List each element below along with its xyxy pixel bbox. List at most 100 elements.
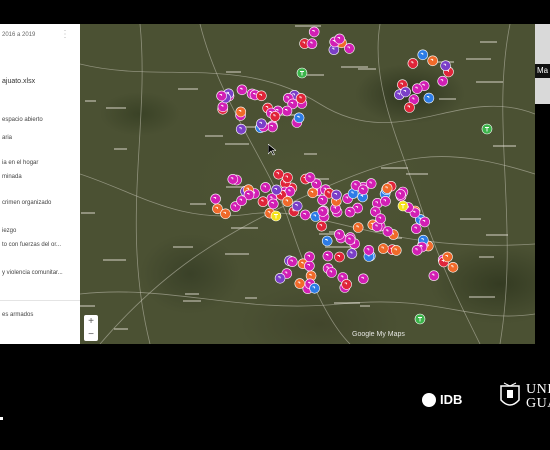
university-name-line1: UNI <box>526 382 550 397</box>
incident-marker-icon[interactable] <box>271 184 282 196</box>
university-name-line2: GUA <box>526 396 550 411</box>
incident-marker-icon[interactable] <box>287 256 298 267</box>
incident-marker-icon[interactable] <box>282 172 293 183</box>
incident-marker-icon[interactable] <box>282 196 293 207</box>
incident-marker-icon[interactable] <box>210 193 221 205</box>
layer-item[interactable]: ia en el hogar <box>2 160 38 166</box>
incident-marker-icon[interactable] <box>352 222 364 233</box>
incident-marker-icon[interactable] <box>291 200 303 212</box>
incident-marker-icon[interactable] <box>256 90 267 102</box>
incident-marker-icon[interactable] <box>395 189 406 200</box>
incident-marker-icon[interactable] <box>326 267 337 278</box>
incident-marker-icon[interactable] <box>236 84 248 96</box>
layer-item[interactable]: es armados <box>2 312 33 318</box>
incident-marker-icon[interactable] <box>334 33 345 45</box>
incident-marker-icon[interactable] <box>235 106 247 118</box>
layer-item[interactable]: y violencia comunitar... <box>2 270 63 276</box>
incident-marker-icon[interactable] <box>442 251 453 263</box>
incident-marker-icon[interactable] <box>363 245 375 256</box>
incident-marker-icon[interactable] <box>331 189 342 201</box>
incident-marker-icon[interactable] <box>411 245 423 256</box>
zoom-in-button[interactable]: + <box>84 315 98 328</box>
incident-marker-icon[interactable] <box>235 123 247 135</box>
map-canvas[interactable] <box>80 24 535 344</box>
incident-marker-icon[interactable] <box>321 235 333 247</box>
more-options-icon[interactable]: ⋮ <box>60 29 70 40</box>
incident-marker-icon[interactable] <box>309 282 320 294</box>
incident-marker-icon[interactable] <box>281 105 293 117</box>
incident-marker-icon[interactable] <box>236 195 247 206</box>
incident-marker-icon[interactable] <box>306 38 318 50</box>
incident-marker-icon[interactable] <box>341 279 352 290</box>
incident-marker-icon[interactable] <box>414 313 426 325</box>
incident-marker-icon[interactable] <box>437 75 449 87</box>
incident-marker-icon[interactable] <box>317 206 328 217</box>
incident-marker-icon[interactable] <box>260 182 271 193</box>
incident-marker-icon[interactable] <box>267 121 278 133</box>
idb-mark-icon <box>422 392 436 407</box>
university-logo: UNI GUA <box>498 382 550 412</box>
incident-marker-icon[interactable] <box>322 250 334 262</box>
incident-marker-icon[interactable] <box>407 58 419 69</box>
layer-item[interactable]: iezgo <box>2 228 16 234</box>
layer-item[interactable]: espacio abierto <box>2 117 43 123</box>
incident-marker-icon[interactable] <box>346 248 358 259</box>
incident-marker-icon[interactable] <box>410 223 422 234</box>
incident-marker-icon[interactable] <box>404 102 415 113</box>
incident-marker-icon[interactable] <box>308 26 320 38</box>
layer-item[interactable]: crimen organizado <box>2 200 51 206</box>
incident-marker-icon[interactable] <box>381 183 393 194</box>
incident-marker-icon[interactable] <box>419 216 431 228</box>
incident-marker-icon[interactable] <box>304 172 316 183</box>
zoom-out-button[interactable]: − <box>84 328 98 341</box>
incident-marker-icon[interactable] <box>293 112 305 124</box>
incident-marker-icon[interactable] <box>380 196 391 207</box>
incident-marker-icon[interactable] <box>294 278 306 289</box>
incident-marker-icon[interactable] <box>316 220 327 232</box>
incident-marker-icon[interactable] <box>304 260 315 272</box>
incident-marker-icon[interactable] <box>269 111 281 122</box>
incident-marker-icon[interactable] <box>344 234 356 245</box>
incident-marker-icon[interactable] <box>304 251 315 263</box>
incident-marker-icon[interactable] <box>411 83 423 94</box>
incident-marker-icon[interactable] <box>334 251 345 263</box>
incident-marker-icon[interactable] <box>447 262 459 273</box>
incident-marker-icon[interactable] <box>257 196 269 207</box>
layer-file-name[interactable]: ajuato.xlsx <box>2 78 35 85</box>
incident-marker-icon[interactable] <box>481 123 493 135</box>
incident-marker-icon[interactable] <box>317 194 328 206</box>
map-attribution: Google My Maps <box>352 331 405 338</box>
incident-marker-icon[interactable] <box>382 226 394 237</box>
incident-marker-icon[interactable] <box>417 49 429 61</box>
incident-marker-icon[interactable] <box>217 101 229 113</box>
incident-marker-icon[interactable] <box>216 90 227 102</box>
incident-marker-icon[interactable] <box>300 209 311 221</box>
incident-marker-icon[interactable] <box>357 273 369 285</box>
idb-logo: IDB <box>422 392 462 407</box>
incident-marker-icon[interactable] <box>423 92 435 104</box>
incident-marker-icon[interactable] <box>220 208 231 220</box>
incident-marker-icon[interactable] <box>377 243 389 254</box>
incident-marker-icon[interactable] <box>357 184 369 196</box>
incident-marker-icon[interactable] <box>375 213 386 224</box>
incident-marker-icon[interactable] <box>334 229 345 240</box>
incident-marker-icon[interactable] <box>296 67 308 79</box>
incident-marker-icon[interactable] <box>400 86 411 98</box>
incident-marker-icon[interactable] <box>428 270 440 281</box>
layer-item[interactable]: aria <box>2 135 12 141</box>
incident-marker-icon[interactable] <box>295 93 307 104</box>
incident-marker-icon[interactable] <box>227 174 239 185</box>
incident-marker-icon[interactable] <box>268 198 279 210</box>
incident-marker-icon[interactable] <box>273 168 284 180</box>
incident-marker-icon[interactable] <box>307 187 318 199</box>
incident-marker-icon[interactable] <box>397 200 409 212</box>
incident-marker-icon[interactable] <box>256 118 267 130</box>
incident-marker-icon[interactable] <box>440 60 451 72</box>
incident-marker-icon[interactable] <box>390 245 402 256</box>
incident-marker-icon[interactable] <box>344 206 356 218</box>
incident-marker-icon[interactable] <box>270 210 282 222</box>
layer-item[interactable]: minada <box>2 174 22 180</box>
incident-marker-icon[interactable] <box>274 273 286 284</box>
layer-item[interactable]: to con fuerzas del or... <box>2 242 61 248</box>
incident-marker-icon[interactable] <box>427 55 439 67</box>
